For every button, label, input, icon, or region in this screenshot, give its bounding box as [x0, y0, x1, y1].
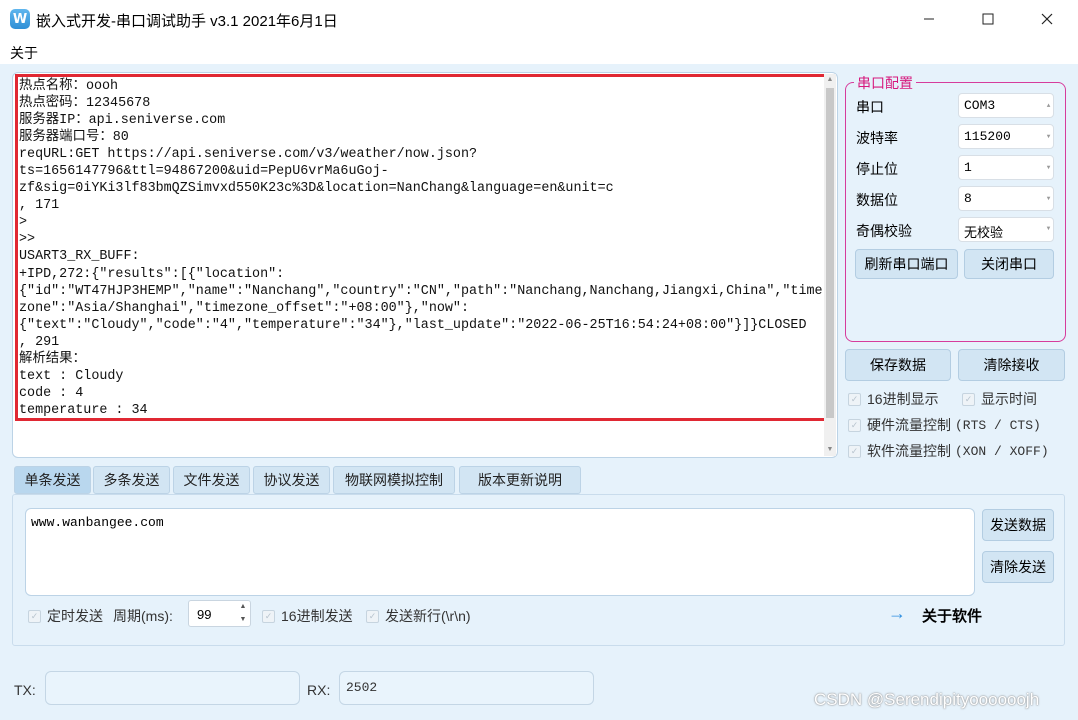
check-icon: ✓	[366, 609, 379, 623]
window-title: 嵌入式开发-串口调试助手 v3.1 2021年6月1日	[36, 13, 338, 30]
parity-select[interactable]: 无校验 ▼	[958, 217, 1054, 242]
hex-send-checkbox[interactable]: ✓ 16进制发送	[262, 606, 353, 626]
send-newline-label: 发送新行(\r\n)	[385, 608, 471, 624]
sw-flow-checkbox[interactable]: ✓ 软件流量控制 (XON / XOFF)	[848, 441, 1049, 461]
serial-config-title: 串口配置	[854, 73, 916, 93]
rx-counter	[339, 671, 594, 705]
check-icon: ✓	[848, 418, 861, 432]
parity-value: 无校验	[964, 225, 1004, 240]
tx-counter	[45, 671, 300, 705]
check-icon: ✓	[848, 444, 861, 458]
app-icon: W	[10, 9, 30, 29]
show-time-label: 显示时间	[981, 391, 1037, 407]
show-time-checkbox[interactable]: ✓ 显示时间	[962, 389, 1037, 409]
scroll-thumb[interactable]	[826, 88, 834, 418]
stopbits-select[interactable]: 1 ▼	[958, 155, 1054, 180]
databits-label: 数据位	[856, 192, 898, 208]
port-value: COM3	[964, 98, 996, 113]
timed-send-label: 定时发送	[47, 608, 103, 624]
baud-label: 波特率	[856, 130, 898, 146]
minimize-button[interactable]	[900, 0, 958, 38]
send-textarea[interactable]	[25, 508, 975, 596]
menu-about[interactable]: 关于	[10, 43, 38, 63]
sw-flow-detail: (XON / XOFF)	[955, 443, 1049, 459]
maximize-icon	[982, 13, 994, 25]
minimize-icon	[924, 18, 934, 20]
port-label: 串口	[856, 99, 884, 115]
arrow-right-icon[interactable]: →	[888, 603, 906, 624]
maximize-button[interactable]	[959, 0, 1017, 38]
close-icon	[1041, 13, 1053, 25]
hw-flow-detail: (RTS / CTS)	[955, 417, 1041, 433]
rx-label: RX:	[307, 682, 331, 698]
watermark: CSDN @Serendipityoooooojh	[814, 690, 1040, 709]
hw-flow-label: 硬件流量控制	[867, 417, 951, 433]
close-window-button[interactable]	[1018, 0, 1076, 38]
scroll-up-icon[interactable]: ▲	[824, 74, 836, 86]
clear-send-button[interactable]: 清除发送	[982, 551, 1054, 583]
hex-display-label: 16进制显示	[867, 391, 939, 407]
tab-file-send[interactable]: 文件发送	[173, 466, 250, 494]
about-software-link[interactable]: 关于软件	[922, 605, 982, 626]
send-data-button[interactable]: 发送数据	[982, 509, 1054, 541]
databits-select[interactable]: 8 ▼	[958, 186, 1054, 211]
send-newline-checkbox[interactable]: ✓ 发送新行(\r\n)	[366, 606, 471, 626]
chevron-down-icon: ▼	[1045, 226, 1052, 232]
check-icon: ✓	[262, 609, 275, 623]
receive-scrollbar[interactable]: ▲ ▼	[824, 74, 836, 456]
parity-label: 奇偶校验	[856, 223, 912, 239]
tab-iot-control[interactable]: 物联网模拟控制	[333, 466, 455, 494]
check-icon: ✓	[962, 392, 975, 406]
menu-bar: 关于	[0, 38, 1078, 64]
chevron-down-icon: ▼	[1046, 164, 1051, 171]
close-port-button[interactable]: 关闭串口	[964, 249, 1054, 279]
refresh-ports-button[interactable]: 刷新串口端口	[855, 249, 958, 279]
baud-value: 115200	[964, 129, 1011, 144]
send-content: www.wanbangee.com	[31, 515, 164, 530]
clear-receive-button[interactable]: 清除接收	[958, 349, 1065, 381]
tab-version-notes[interactable]: 版本更新说明	[459, 466, 581, 494]
stepper-up-icon[interactable]: ▲	[237, 601, 249, 613]
chevron-down-icon: ▼	[1046, 195, 1051, 202]
tx-label: TX:	[14, 682, 36, 698]
baud-select[interactable]: 115200 ▼	[958, 124, 1054, 149]
chevron-down-icon: ▼	[1046, 133, 1051, 140]
serial-config-group	[845, 82, 1066, 342]
stopbits-label: 停止位	[856, 161, 898, 177]
stopbits-value: 1	[964, 160, 972, 175]
title-bar: W 嵌入式开发-串口调试助手 v3.1 2021年6月1日	[0, 0, 1078, 38]
databits-value: 8	[964, 191, 972, 206]
stepper-down-icon[interactable]: ▼	[237, 614, 249, 626]
rx-value: 2502	[346, 680, 378, 695]
hw-flow-checkbox[interactable]: ✓ 硬件流量控制 (RTS / CTS)	[848, 415, 1041, 435]
tab-protocol-send[interactable]: 协议发送	[253, 466, 330, 494]
hex-send-label: 16进制发送	[281, 608, 353, 624]
tab-single-send[interactable]: 单条发送	[14, 466, 91, 494]
period-label-wrap: 周期(ms):	[113, 606, 173, 626]
tab-multi-send[interactable]: 多条发送	[93, 466, 170, 494]
chevron-down-icon: ▲	[1046, 102, 1051, 109]
save-data-button[interactable]: 保存数据	[845, 349, 951, 381]
check-icon: ✓	[848, 392, 861, 406]
sw-flow-label: 软件流量控制	[867, 443, 951, 459]
check-icon: ✓	[28, 609, 41, 623]
timed-send-checkbox[interactable]: ✓ 定时发送	[28, 606, 103, 626]
hex-display-checkbox[interactable]: ✓ 16进制显示	[848, 389, 939, 409]
period-label: 周期(ms):	[113, 608, 173, 624]
receive-content: 热点名称：oooh 热点密码：12345678 服务器IP：api.senive…	[19, 79, 823, 418]
scroll-down-icon[interactable]: ▼	[824, 444, 836, 456]
period-value: 99	[197, 607, 212, 622]
port-select[interactable]: COM3 ▲	[958, 93, 1054, 118]
